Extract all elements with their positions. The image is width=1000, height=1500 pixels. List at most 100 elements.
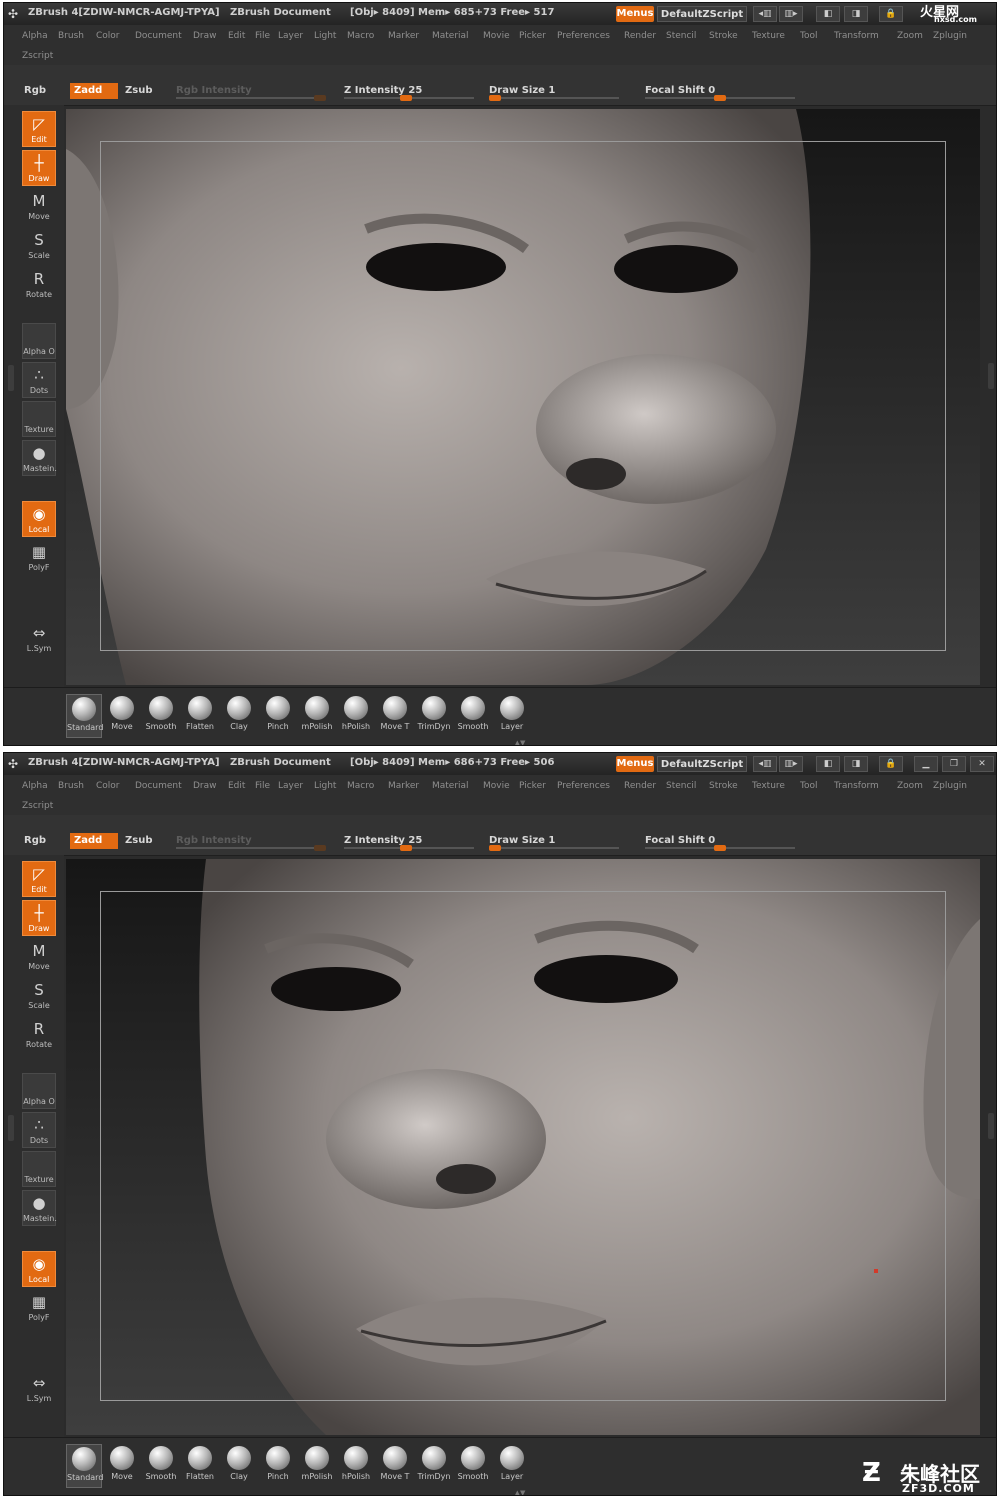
brush-clay[interactable]: Clay bbox=[221, 1444, 257, 1488]
menu-render[interactable]: Render bbox=[624, 781, 656, 791]
menu-zscript[interactable]: Zscript bbox=[22, 51, 53, 61]
material-slot[interactable]: ● Mastein. bbox=[22, 1190, 57, 1226]
menu-transform[interactable]: Transform bbox=[834, 31, 879, 41]
draw-size-track[interactable] bbox=[489, 847, 619, 849]
menu-light[interactable]: Light bbox=[314, 31, 336, 41]
menu-material[interactable]: Material bbox=[432, 781, 469, 791]
menu-brush[interactable]: Brush bbox=[58, 31, 84, 41]
left-tray-handle[interactable] bbox=[8, 365, 14, 391]
draw-button[interactable]: ┼ Draw bbox=[22, 150, 56, 186]
draw-size-knob[interactable] bbox=[489, 95, 501, 101]
focal-shift-knob[interactable] bbox=[714, 845, 726, 851]
focal-shift-slider-label[interactable]: Focal Shift 0 bbox=[645, 835, 715, 846]
layout-icon[interactable]: ◧ bbox=[816, 6, 840, 22]
stroke-slot[interactable]: ∴ Dots bbox=[22, 362, 56, 398]
menu-alpha[interactable]: Alpha bbox=[22, 781, 48, 791]
focal-shift-knob[interactable] bbox=[714, 95, 726, 101]
lock-icon[interactable]: 🔒 bbox=[879, 756, 903, 772]
menu-zplugin[interactable]: Zplugin bbox=[933, 31, 967, 41]
brush-move[interactable]: Move bbox=[104, 1444, 140, 1488]
draw-size-track[interactable] bbox=[489, 97, 619, 99]
brush-move[interactable]: Move bbox=[104, 694, 140, 738]
polyframe-button[interactable]: ▦ PolyF bbox=[22, 1290, 56, 1326]
menu-document[interactable]: Document bbox=[135, 31, 182, 41]
zadd-button[interactable]: Zadd bbox=[70, 83, 118, 99]
menu-color[interactable]: Color bbox=[96, 31, 120, 41]
brush-standard[interactable]: Standard bbox=[66, 694, 103, 738]
menu-stroke[interactable]: Stroke bbox=[709, 31, 738, 41]
menu-zoom[interactable]: Zoom bbox=[897, 781, 923, 791]
rgb-intensity-slider-label[interactable]: Rgb Intensity bbox=[176, 835, 252, 846]
local-button[interactable]: ◉ Local bbox=[22, 501, 56, 537]
minimize-icon[interactable]: ▁ bbox=[914, 756, 938, 772]
draw-button[interactable]: ┼ Draw bbox=[22, 900, 56, 936]
menu-transform[interactable]: Transform bbox=[834, 781, 879, 791]
brush-trimdyn[interactable]: TrimDyn bbox=[416, 694, 452, 738]
alpha-slot[interactable]: Alpha O bbox=[22, 1073, 56, 1109]
rgb-intensity-knob[interactable] bbox=[314, 95, 326, 101]
menu-texture[interactable]: Texture bbox=[752, 31, 785, 41]
menu-preferences[interactable]: Preferences bbox=[557, 781, 610, 791]
default-zscript-button[interactable]: DefaultZScript bbox=[657, 6, 747, 22]
scale-button[interactable]: S Scale bbox=[22, 978, 56, 1014]
menu-zoom[interactable]: Zoom bbox=[897, 31, 923, 41]
brush-smooth-2[interactable]: Smooth bbox=[455, 1444, 491, 1488]
tray-right-icon[interactable]: ▥▸ bbox=[779, 756, 803, 772]
texture-slot[interactable]: Texture bbox=[22, 401, 56, 437]
tray-left-icon[interactable]: ◂▥ bbox=[753, 756, 777, 772]
draw-size-knob[interactable] bbox=[489, 845, 501, 851]
menu-light[interactable]: Light bbox=[314, 781, 336, 791]
local-symmetry-button[interactable]: ⇔ L.Sym bbox=[22, 621, 56, 657]
menu-texture[interactable]: Texture bbox=[752, 781, 785, 791]
brush-move-topological[interactable]: Move T bbox=[377, 694, 413, 738]
brush-smooth[interactable]: Smooth bbox=[143, 694, 179, 738]
brush-layer[interactable]: Layer bbox=[494, 1444, 530, 1488]
menu-zscript[interactable]: Zscript bbox=[22, 801, 53, 811]
menu-tool[interactable]: Tool bbox=[800, 31, 817, 41]
brush-mpolish[interactable]: mPolish bbox=[299, 1444, 335, 1488]
menu-stencil[interactable]: Stencil bbox=[666, 31, 696, 41]
menu-draw[interactable]: Draw bbox=[193, 31, 217, 41]
edit-button[interactable]: ◸ Edit bbox=[22, 111, 56, 147]
brush-smooth[interactable]: Smooth bbox=[143, 1444, 179, 1488]
menu-macro[interactable]: Macro bbox=[347, 781, 374, 791]
menu-movie[interactable]: Movie bbox=[483, 31, 510, 41]
edit-button[interactable]: ◸ Edit bbox=[22, 861, 56, 897]
local-button[interactable]: ◉ Local bbox=[22, 1251, 56, 1287]
rgb-intensity-slider-label[interactable]: Rgb Intensity bbox=[176, 85, 252, 96]
brush-layer[interactable]: Layer bbox=[494, 694, 530, 738]
layout-alt-icon[interactable]: ◨ bbox=[844, 756, 868, 772]
menu-macro[interactable]: Macro bbox=[347, 31, 374, 41]
menu-movie[interactable]: Movie bbox=[483, 781, 510, 791]
brush-standard[interactable]: Standard bbox=[66, 1444, 103, 1488]
move-button[interactable]: M Move bbox=[22, 189, 56, 225]
menu-color[interactable]: Color bbox=[96, 781, 120, 791]
menu-stencil[interactable]: Stencil bbox=[666, 781, 696, 791]
menu-draw[interactable]: Draw bbox=[193, 781, 217, 791]
z-intensity-knob[interactable] bbox=[400, 845, 412, 851]
brush-mpolish[interactable]: mPolish bbox=[299, 694, 335, 738]
sculpt-canvas[interactable] bbox=[66, 859, 980, 1435]
focal-shift-slider-label[interactable]: Focal Shift 0 bbox=[645, 85, 715, 96]
rgb-intensity-track[interactable] bbox=[176, 847, 326, 849]
menu-file[interactable]: File bbox=[255, 781, 270, 791]
polyframe-button[interactable]: ▦ PolyF bbox=[22, 540, 56, 576]
tray-right-icon[interactable]: ▥▸ bbox=[779, 6, 803, 22]
default-zscript-button[interactable]: DefaultZScript bbox=[657, 756, 747, 772]
menu-file[interactable]: File bbox=[255, 31, 270, 41]
menu-zplugin[interactable]: Zplugin bbox=[933, 781, 967, 791]
z-intensity-knob[interactable] bbox=[400, 95, 412, 101]
brush-flatten[interactable]: Flatten bbox=[182, 1444, 218, 1488]
brush-trimdyn[interactable]: TrimDyn bbox=[416, 1444, 452, 1488]
close-icon[interactable]: ✕ bbox=[970, 756, 994, 772]
menu-edit[interactable]: Edit bbox=[228, 31, 245, 41]
scale-button[interactable]: S Scale bbox=[22, 228, 56, 264]
left-tray-handle[interactable] bbox=[8, 1115, 14, 1141]
sculpt-canvas[interactable] bbox=[66, 109, 980, 685]
menu-alpha[interactable]: Alpha bbox=[22, 31, 48, 41]
brush-pinch[interactable]: Pinch bbox=[260, 1444, 296, 1488]
layout-alt-icon[interactable]: ◨ bbox=[844, 6, 868, 22]
brush-hpolish[interactable]: hPolish bbox=[338, 694, 374, 738]
shelf-grip-icon[interactable]: ▲▼ bbox=[510, 740, 530, 746]
menu-marker[interactable]: Marker bbox=[388, 781, 419, 791]
